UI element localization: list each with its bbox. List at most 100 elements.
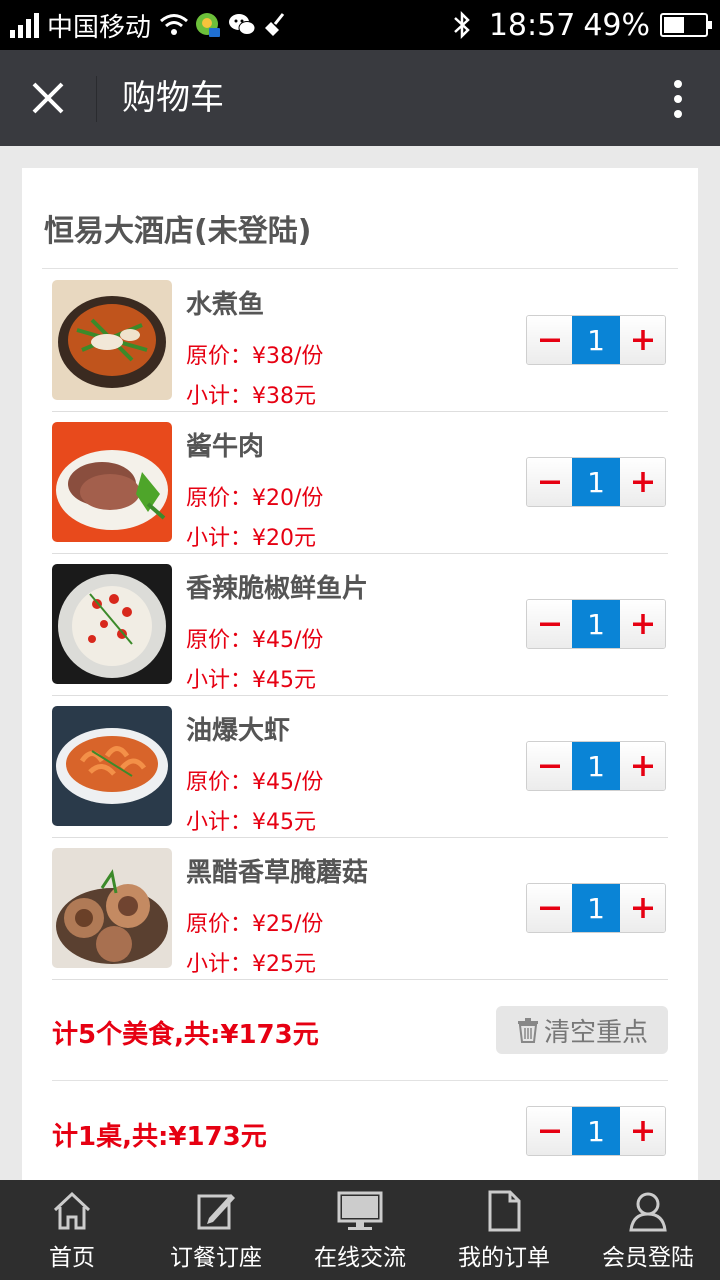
status-bar: 中国移动 18:57 49% — [0, 0, 720, 50]
dish-subtotal: 小计：¥45元 — [186, 810, 316, 835]
more-vertical-icon[interactable] — [666, 76, 690, 122]
decrease-button[interactable] — [527, 884, 572, 932]
clear-cart-button[interactable]: 清空重点 — [496, 1006, 668, 1054]
cart-item: 香辣脆椒鲜鱼片 原价：¥45/份 小计：¥45元 1 — [52, 554, 668, 696]
bluetooth-icon — [447, 10, 477, 40]
increase-button[interactable] — [620, 600, 665, 648]
user-icon — [629, 1192, 667, 1232]
table-quantity-stepper: 1 — [526, 1106, 666, 1156]
quantity-input[interactable]: 1 — [572, 884, 620, 932]
increase-button[interactable] — [620, 1107, 665, 1155]
decrease-button[interactable] — [527, 458, 572, 506]
trash-icon — [517, 1018, 538, 1043]
minus-icon — [539, 480, 560, 484]
wechat-icon — [227, 10, 257, 40]
dish-image — [52, 564, 172, 684]
quantity-input[interactable]: 1 — [572, 316, 620, 364]
page-title: 购物车 — [122, 78, 224, 118]
dish-price: 原价：¥20/份 — [186, 486, 324, 511]
cart-item: 黑醋香草腌蘑菇 原价：¥25/份 小计：¥25元 1 — [52, 838, 668, 980]
carrier-name: 中国移动 — [47, 12, 152, 43]
plus-icon — [632, 330, 653, 350]
bottom-nav: 首页 订餐订座 在线交流 我的订单 会员登陆 — [0, 1180, 720, 1280]
quantity-stepper: 1 — [526, 741, 666, 791]
dish-price: 原价：¥25/份 — [186, 912, 324, 937]
nav-home[interactable]: 首页 — [0, 1180, 144, 1280]
plus-icon — [632, 472, 653, 492]
nav-member-login[interactable]: 会员登陆 — [576, 1180, 720, 1280]
increase-button[interactable] — [620, 316, 665, 364]
quantity-stepper: 1 — [526, 883, 666, 933]
dish-price: 原价：¥45/份 — [186, 628, 324, 653]
nav-order-reserve[interactable]: 订餐订座 — [144, 1180, 288, 1280]
quantity-input[interactable]: 1 — [572, 600, 620, 648]
decrease-button[interactable] — [527, 316, 572, 364]
cart-item: 酱牛肉 原价：¥20/份 小计：¥20元 1 — [52, 412, 668, 554]
plus-icon — [632, 898, 653, 918]
nav-label: 在线交流 — [314, 1245, 406, 1271]
battery-percent: 49% — [583, 7, 650, 43]
quantity-stepper: 1 — [526, 315, 666, 365]
food-total: 计5个美食,共:¥173元 — [52, 1020, 319, 1050]
quantity-input[interactable]: 1 — [572, 458, 620, 506]
dish-name: 水煮鱼 — [186, 290, 265, 320]
clock-time: 18:57 — [488, 7, 576, 43]
dish-image — [52, 848, 172, 968]
nav-label: 我的订单 — [458, 1245, 550, 1271]
dish-price: 原价：¥38/份 — [186, 344, 324, 369]
nav-online-chat[interactable]: 在线交流 — [288, 1180, 432, 1280]
signal-icon — [10, 12, 39, 38]
dish-name: 酱牛肉 — [186, 432, 265, 462]
store-divider — [42, 268, 678, 269]
minus-icon — [539, 1129, 560, 1133]
dish-subtotal: 小计：¥25元 — [186, 952, 316, 977]
minus-icon — [539, 764, 560, 768]
nav-label: 订餐订座 — [170, 1245, 262, 1271]
dish-name: 油爆大虾 — [186, 716, 291, 746]
increase-button[interactable] — [620, 458, 665, 506]
cart-item: 油爆大虾 原价：¥45/份 小计：¥45元 1 — [52, 696, 668, 838]
document-icon — [488, 1190, 521, 1232]
title-divider — [96, 76, 97, 122]
minus-icon — [539, 338, 560, 342]
nav-label: 会员登陆 — [602, 1245, 694, 1271]
decrease-button[interactable] — [527, 600, 572, 648]
close-icon[interactable] — [22, 74, 74, 122]
minus-icon — [539, 622, 560, 626]
clear-cart-label: 清空重点 — [543, 1017, 648, 1048]
battery-icon — [660, 13, 712, 37]
minus-icon — [539, 906, 560, 910]
increase-button[interactable] — [620, 742, 665, 790]
quantity-stepper: 1 — [526, 457, 666, 507]
dish-name: 黑醋香草腌蘑菇 — [186, 858, 369, 888]
plus-icon — [632, 756, 653, 776]
nav-my-orders[interactable]: 我的订单 — [432, 1180, 576, 1280]
table-total: 计1桌,共:¥173元 — [52, 1122, 267, 1152]
table-quantity-input[interactable]: 1 — [572, 1107, 620, 1155]
dish-image — [52, 280, 172, 400]
monitor-icon — [337, 1191, 383, 1230]
cart-item: 水煮鱼 原价：¥38/份 小计：¥38元 1 — [52, 270, 668, 412]
dish-image — [52, 706, 172, 826]
app-notification-icon — [193, 10, 223, 40]
decrease-button[interactable] — [527, 1107, 572, 1155]
dish-price: 原价：¥45/份 — [186, 770, 324, 795]
wifi-icon — [159, 10, 189, 40]
edit-icon — [197, 1194, 235, 1230]
dish-subtotal: 小计：¥38元 — [186, 384, 316, 409]
decrease-button[interactable] — [527, 742, 572, 790]
dish-subtotal: 小计：¥20元 — [186, 526, 316, 551]
home-icon — [53, 1191, 91, 1230]
plus-icon — [632, 1121, 653, 1141]
summary-divider — [52, 1080, 668, 1081]
broom-icon — [261, 10, 291, 40]
dish-subtotal: 小计：¥45元 — [186, 668, 316, 693]
dish-image — [52, 422, 172, 542]
dish-name: 香辣脆椒鲜鱼片 — [186, 574, 369, 604]
title-bar: 购物车 — [0, 50, 720, 146]
quantity-input[interactable]: 1 — [572, 742, 620, 790]
store-name: 恒易大酒店(未登陆) — [44, 214, 312, 249]
quantity-stepper: 1 — [526, 599, 666, 649]
plus-icon — [632, 614, 653, 634]
increase-button[interactable] — [620, 884, 665, 932]
